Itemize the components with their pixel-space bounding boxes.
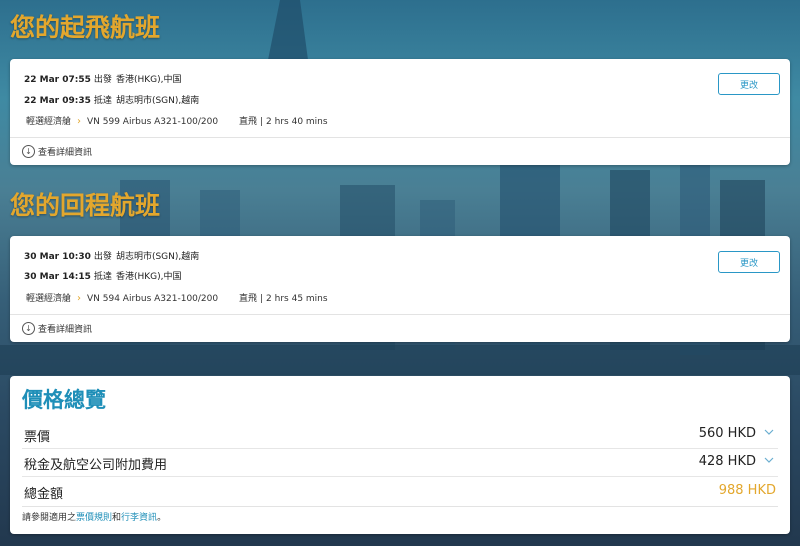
return-arrival-line: 30 Mar 14:15 抵達 香港(HKG),中国 — [24, 269, 181, 282]
return-departure-line: 30 Mar 10:30 出發 胡志明市(SGN),越南 — [24, 249, 199, 262]
outbound-separator: | — [260, 117, 264, 127]
fare-amount: 560 HKD — [698, 426, 756, 441]
return-divider — [10, 314, 790, 315]
return-view-details-link[interactable]: ↓ 查看詳細資訊 — [22, 322, 92, 335]
note-prefix: 請參閱適用之 — [22, 513, 77, 523]
note-suffix: 。 — [157, 513, 167, 523]
outbound-arrival-place: 胡志明市(SGN),越南 — [115, 96, 200, 106]
outbound-section-title: 您的起飛航班 — [10, 13, 161, 42]
return-section-title: 您的回程航班 — [10, 191, 161, 220]
return-arrival-place: 香港(HKG),中国 — [115, 272, 182, 282]
fare-row[interactable]: 票價 560 HKD — [22, 420, 778, 449]
outbound-details-label: 查看詳細資訊 — [38, 148, 93, 158]
outbound-view-details-link[interactable]: ↓ 查看詳細資訊 — [22, 145, 92, 158]
arrow-down-circle-icon: ↓ — [22, 322, 35, 335]
outbound-flight-card: 22 Mar 07:55 出發 香港(HKG),中国 22 Mar 09:35 抵達胡… — [10, 59, 790, 165]
return-arrival-datetime: 30 Mar 14:15 — [24, 272, 91, 282]
fare-rules-link[interactable]: 票價規則 — [76, 513, 112, 523]
fare-label: 票價 — [24, 430, 51, 445]
return-duration: 2 hrs 45 mins — [266, 294, 328, 304]
return-stops: 直飛 — [238, 294, 257, 304]
price-note: 請參閱適用之票價規則和行李資訊。 — [22, 510, 166, 523]
outbound-departure-datetime: 22 Mar 07:55 — [24, 75, 91, 85]
outbound-change-button[interactable]: 更改 — [718, 73, 780, 95]
outbound-arrival-label: 抵達 — [93, 96, 112, 106]
outbound-arrival-datetime: 22 Mar 09:35 — [24, 96, 91, 106]
outbound-fare-class: 輕選經濟艙 — [26, 117, 72, 127]
outbound-departure-place: 香港(HKG),中国 — [115, 75, 182, 85]
chevron-down-icon[interactable] — [764, 455, 774, 465]
note-and: 和 — [112, 513, 122, 523]
taxes-label: 稅金及航空公司附加費用 — [24, 458, 168, 473]
arrow-down-circle-icon: ↓ — [22, 145, 35, 158]
outbound-departure-line: 22 Mar 07:55 出發 香港(HKG),中国 — [24, 72, 181, 85]
chevron-right-icon: › — [77, 293, 82, 304]
return-fare-class: 輕選經濟艙 — [26, 294, 72, 304]
outbound-arrival-line: 22 Mar 09:35 抵達 胡志明市(SGN),越南 — [24, 93, 199, 106]
total-label: 總金額 — [24, 487, 64, 502]
price-summary-title: 價格總覽 — [22, 388, 106, 412]
return-flight-card: 30 Mar 10:30 出發 胡志明市(SGN),越南 30 Mar 14:15 抵… — [10, 236, 790, 342]
return-details-label: 查看詳細資訊 — [38, 325, 93, 335]
outbound-departure-label: 出發 — [93, 75, 112, 85]
taxes-row[interactable]: 稅金及航空公司附加費用 428 HKD — [22, 448, 778, 477]
outbound-fare-line: 輕選經濟艙 › VN 599 Airbus A321-100/200 直飛 | 2 hr… — [26, 114, 328, 127]
outbound-stops: 直飛 — [238, 117, 257, 127]
return-flight-number: VN 594 Airbus A321-100/200 — [87, 294, 219, 304]
baggage-info-link[interactable]: 行李資訊 — [121, 513, 157, 523]
return-change-button[interactable]: 更改 — [718, 251, 780, 273]
outbound-duration: 2 hrs 40 mins — [266, 117, 328, 127]
price-summary-card: 價格總覽 票價 560 HKD 稅金及航空公司附加費用 428 HKD 總金額 … — [10, 376, 790, 534]
price-divider — [22, 506, 778, 507]
chevron-right-icon: › — [77, 116, 82, 127]
total-row: 總金額 988 HKD — [22, 477, 778, 505]
taxes-amount: 428 HKD — [698, 454, 756, 469]
outbound-divider — [10, 137, 790, 138]
return-departure-label: 出發 — [93, 252, 112, 262]
total-amount: 988 HKD — [718, 483, 776, 498]
return-separator: | — [260, 294, 264, 304]
return-departure-datetime: 30 Mar 10:30 — [24, 252, 91, 262]
return-departure-place: 胡志明市(SGN),越南 — [115, 252, 200, 262]
chevron-down-icon[interactable] — [764, 427, 774, 437]
return-fare-line: 輕選經濟艙 › VN 594 Airbus A321-100/200 直飛 | 2 hr… — [26, 291, 328, 304]
outbound-flight-number: VN 599 Airbus A321-100/200 — [87, 117, 219, 127]
return-arrival-label: 抵達 — [93, 272, 112, 282]
